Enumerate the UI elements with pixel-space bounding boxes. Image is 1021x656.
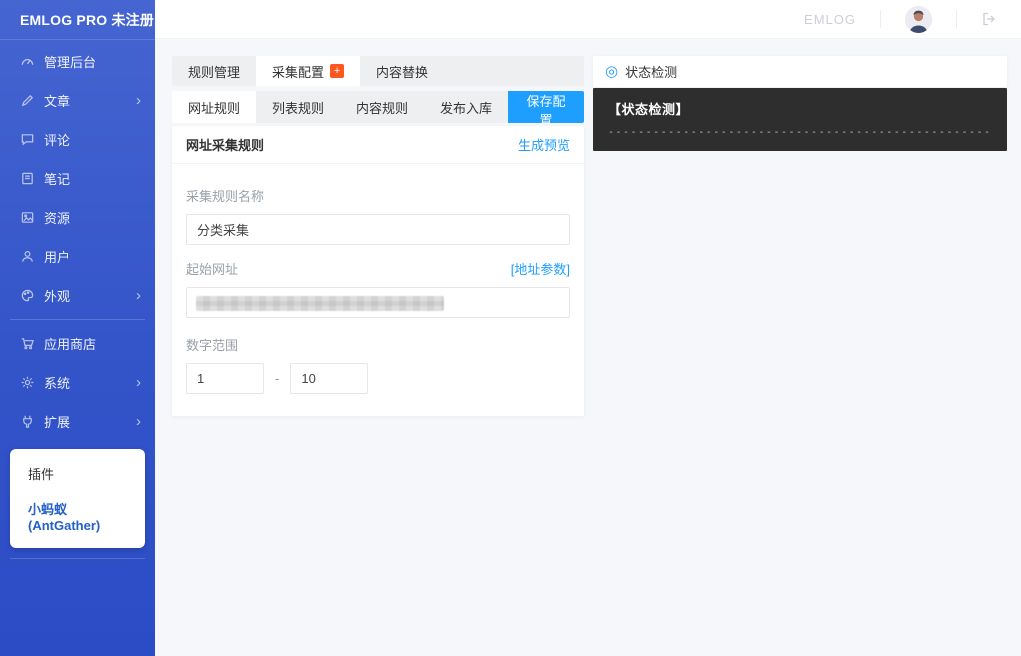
status-panel-header: ◎ 状态检测: [593, 56, 1007, 87]
user-icon: [20, 249, 35, 264]
tab-content-replace[interactable]: 内容替换: [360, 56, 444, 86]
topbar-separator: [880, 10, 881, 28]
app-title: EMLOG PRO 未注册: [0, 0, 155, 40]
rule-name-label: 采集规则名称: [186, 186, 570, 205]
avatar[interactable]: [905, 6, 932, 33]
emlog-admin-page: EMLOG PRO 未注册 管理后台 文章 › 评论: [0, 0, 1021, 656]
sidebar-item-label: 扩展: [44, 412, 70, 431]
main-content: 规则管理 采集配置 + 内容替换 网址规则 列表规则 内容规则: [155, 39, 1021, 656]
plug-icon: [20, 414, 35, 429]
card-header: 网址采集规则 生成预览: [172, 126, 584, 164]
tab-label: 采集配置: [272, 62, 324, 81]
logout-icon[interactable]: [981, 11, 997, 27]
target-icon: ◎: [605, 64, 618, 79]
pencil-icon: [20, 93, 35, 108]
tab-publish[interactable]: 发布入库: [424, 91, 508, 123]
sidebar-item-label: 应用商店: [44, 334, 96, 353]
status-panel-title: 状态检测: [625, 62, 677, 81]
topbar-separator: [956, 10, 957, 28]
sidebar-item-label: 评论: [44, 130, 70, 149]
status-console: 【状态检测】 ---------------------------------…: [593, 88, 1007, 151]
sidebar-menu: 管理后台 文章 › 评论 笔记: [0, 40, 155, 559]
gear-icon: [20, 375, 35, 390]
topbar: EMLOG: [155, 0, 1021, 39]
number-range-label: 数字范围: [186, 335, 570, 354]
tab-rule-management[interactable]: 规则管理: [172, 56, 256, 86]
console-heading: 【状态检测】: [608, 99, 992, 118]
start-url-label-row: 起始网址 [地址参数]: [186, 259, 570, 278]
generate-preview-link[interactable]: 生成预览: [518, 135, 570, 154]
sidebar-item-articles[interactable]: 文章 ›: [0, 81, 155, 120]
card-body: 采集规则名称 起始网址 [地址参数] 数字范围 -: [172, 164, 584, 416]
cart-icon: [20, 336, 35, 351]
sidebar-item-notes[interactable]: 笔记: [0, 159, 155, 198]
sidebar: EMLOG PRO 未注册 管理后台 文章 › 评论: [0, 0, 155, 656]
tab-content-rules[interactable]: 内容规则: [340, 91, 424, 123]
plus-badge: +: [330, 64, 344, 78]
sidebar-item-label: 用户: [44, 247, 70, 266]
range-from-input[interactable]: [186, 363, 264, 394]
save-config-button[interactable]: 保存配置: [508, 91, 584, 123]
number-range-row: -: [186, 363, 570, 394]
tab-label: 规则管理: [188, 62, 240, 81]
url-rule-card: 网址采集规则 生成预览 采集规则名称 起始网址 [地址参数] 数字范围: [172, 126, 584, 416]
chevron-right-icon: ›: [136, 93, 141, 108]
primary-tabbar: 规则管理 采集配置 + 内容替换: [172, 56, 584, 86]
sidebar-item-app-store[interactable]: 应用商店: [0, 324, 155, 363]
tab-label: 网址规则: [188, 98, 240, 117]
tab-label: 内容替换: [376, 62, 428, 81]
sidebar-item-label: 资源: [44, 208, 70, 227]
sidebar-divider: [10, 558, 145, 559]
image-icon: [20, 210, 35, 225]
tab-label: 列表规则: [272, 98, 324, 117]
sidebar-item-appearance[interactable]: 外观 ›: [0, 276, 155, 315]
rule-name-input[interactable]: [186, 214, 570, 245]
sidebar-item-label: 系统: [44, 373, 70, 392]
dashboard-icon: [20, 54, 35, 69]
tab-url-rules[interactable]: 网址规则: [172, 91, 256, 123]
sidebar-item-extensions[interactable]: 扩展 ›: [0, 402, 155, 441]
palette-icon: [20, 288, 35, 303]
tab-list-rules[interactable]: 列表规则: [256, 91, 340, 123]
sidebar-item-dashboard[interactable]: 管理后台: [0, 42, 155, 81]
card-title: 网址采集规则: [186, 135, 264, 154]
tab-collect-config[interactable]: 采集配置 +: [256, 56, 360, 86]
sidebar-item-comments[interactable]: 评论: [0, 120, 155, 159]
start-url-input[interactable]: [186, 287, 570, 318]
extensions-submenu: 插件 小蚂蚁(AntGather): [10, 449, 145, 548]
status-check-column: ◎ 状态检测 【状态检测】 --------------------------…: [593, 56, 1007, 151]
sidebar-divider: [10, 319, 145, 320]
console-divider-line: ----------------------------------------…: [608, 127, 992, 138]
url-params-link[interactable]: [地址参数]: [511, 259, 570, 278]
range-separator: -: [275, 371, 279, 386]
chevron-right-icon: ›: [136, 288, 141, 303]
comment-icon: [20, 132, 35, 147]
start-url-label: 起始网址: [186, 259, 238, 278]
collector-config-column: 规则管理 采集配置 + 内容替换 网址规则 列表规则 内容规则: [172, 56, 584, 416]
chevron-right-icon: ›: [136, 375, 141, 390]
range-to-input[interactable]: [290, 363, 368, 394]
sidebar-item-system[interactable]: 系统 ›: [0, 363, 155, 402]
chevron-right-icon: ›: [136, 414, 141, 429]
censored-url-value: [196, 296, 444, 311]
sidebar-item-label: 外观: [44, 286, 70, 305]
submenu-item-plugins[interactable]: 插件: [10, 456, 145, 491]
topbar-brand[interactable]: EMLOG: [804, 12, 856, 27]
tab-label: 内容规则: [356, 98, 408, 117]
note-icon: [20, 171, 35, 186]
sidebar-item-label: 文章: [44, 91, 70, 110]
sidebar-item-resources[interactable]: 资源: [0, 198, 155, 237]
sidebar-item-label: 笔记: [44, 169, 70, 188]
sidebar-item-label: 管理后台: [44, 52, 96, 71]
submenu-item-antgather[interactable]: 小蚂蚁(AntGather): [10, 491, 145, 541]
secondary-tabbar: 网址规则 列表规则 内容规则 发布入库 保存配置: [172, 91, 584, 123]
sidebar-item-users[interactable]: 用户: [0, 237, 155, 276]
tab-label: 发布入库: [440, 98, 492, 117]
